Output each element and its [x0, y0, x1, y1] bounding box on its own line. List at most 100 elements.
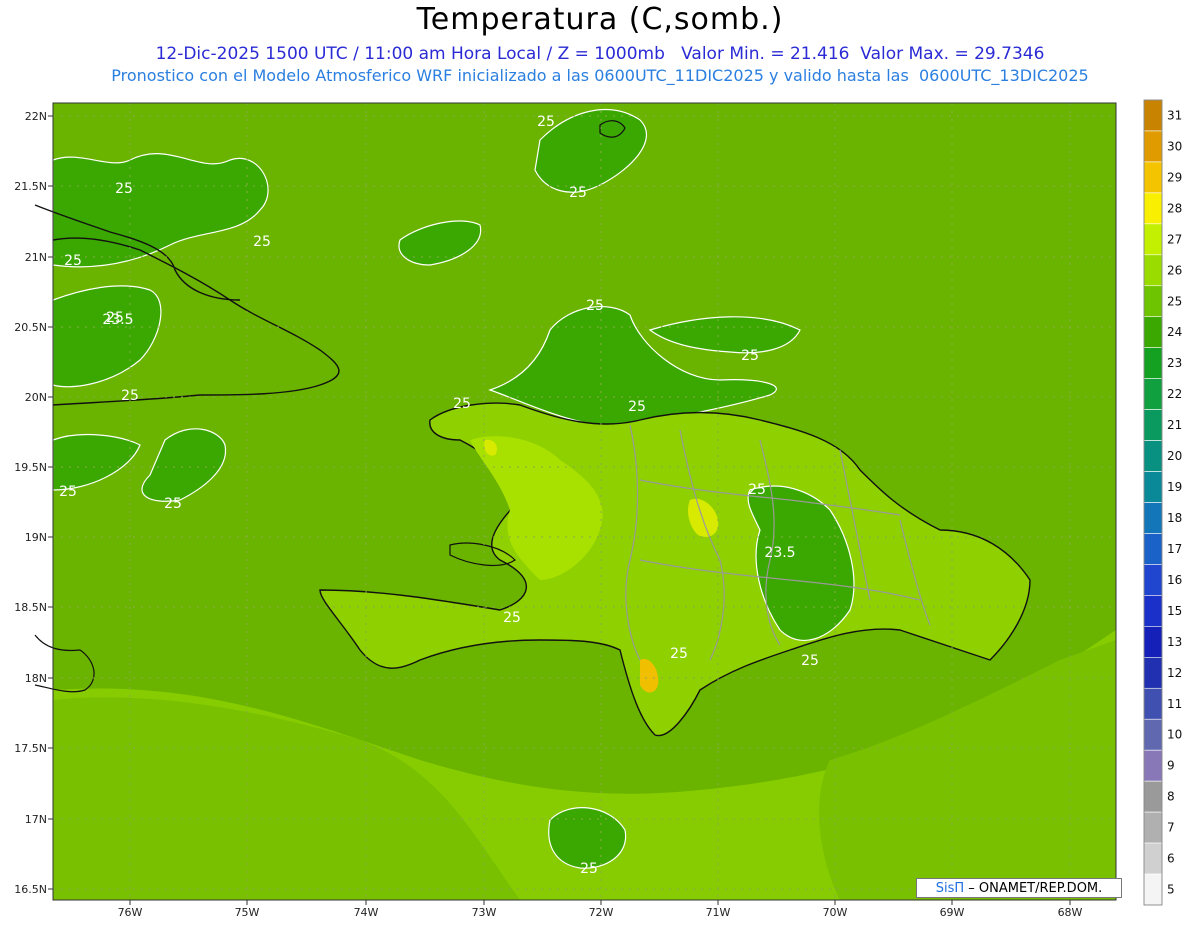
- colorbar-label: 15: [1167, 604, 1182, 618]
- colorbar-swatch: [1143, 780, 1163, 813]
- colorbar-label: 7: [1167, 821, 1175, 835]
- colorbar-label: 25: [1167, 294, 1182, 308]
- colorbar-swatch: [1143, 811, 1163, 844]
- lat-tick-label: 18.5N: [14, 601, 47, 614]
- contour-label: 25: [569, 185, 587, 201]
- lat-tick-label: 17.5N: [14, 742, 47, 755]
- lon-tick-label: 75W: [235, 906, 260, 919]
- colorbar-label: 22: [1167, 387, 1182, 401]
- colorbar-swatch: [1143, 378, 1163, 410]
- lat-tick-label: 20N: [25, 391, 47, 404]
- colorbar-label: 9: [1167, 759, 1175, 773]
- credit-org: – ONAMET/REP.DOM.: [964, 881, 1103, 896]
- colorbar-label: 21: [1167, 418, 1182, 432]
- contour-label: 25: [741, 348, 759, 364]
- colorbar-label: 6: [1167, 852, 1175, 866]
- colorbar-label: 28: [1167, 201, 1182, 215]
- subtitle-model-info: Pronostico con el Modelo Atmosferico WRF…: [111, 66, 1089, 85]
- map-title: Temperatura (C,somb.): [416, 2, 784, 37]
- colorbar-label: 31: [1167, 108, 1182, 122]
- contour-label: 25: [121, 388, 139, 404]
- colorbar-label: 5: [1167, 883, 1175, 897]
- lon-tick-label: 70W: [823, 906, 848, 919]
- colorbar-swatch: [1143, 285, 1163, 318]
- contour-label: 25: [106, 310, 124, 326]
- colorbar-swatch: [1143, 440, 1163, 472]
- lon-tick-label: 76W: [118, 906, 143, 919]
- colorbar-label: 19: [1167, 480, 1182, 494]
- credit-box: SisΠ – ONAMET/REP.DOM.: [916, 878, 1122, 898]
- colorbar-label: 10: [1167, 728, 1182, 742]
- contour-label: 25: [537, 114, 555, 130]
- lon-tick-label: 68W: [1058, 906, 1083, 919]
- temperature-map: 22N 21.5N 21N 20.5N 20N 19.5N 19N 18.5N 18N 17.5N…: [14, 99, 1182, 919]
- contour-label: 25: [628, 399, 646, 415]
- contour-label: 25: [115, 181, 133, 197]
- colorbar-swatch: [1143, 254, 1163, 287]
- colorbar-label: 30: [1167, 139, 1182, 153]
- colorbar-swatch: [1143, 316, 1163, 348]
- lat-tick-label: 19N: [25, 531, 47, 544]
- lat-tick-label: 21.5N: [14, 180, 47, 193]
- colorbar-label: 12: [1167, 666, 1182, 680]
- colorbar-label: 17: [1167, 542, 1182, 556]
- colorbar-swatch: [1143, 564, 1163, 596]
- lat-tick-label: 16.5N: [14, 883, 47, 896]
- contour-label: 25: [164, 496, 182, 512]
- colorbar-label: 29: [1167, 170, 1182, 184]
- colorbar-label: 20: [1167, 449, 1182, 463]
- colorbar-swatch: [1143, 842, 1163, 875]
- longitude-axis: 76W 75W 74W 73W 72W 71W 70W 69W 68W: [118, 900, 1083, 919]
- colorbar-label: 26: [1167, 263, 1182, 277]
- lon-tick-label: 74W: [354, 906, 379, 919]
- colorbar-swatch: [1143, 502, 1163, 534]
- colorbar-label: 24: [1167, 325, 1182, 339]
- contour-label: 25: [253, 234, 271, 250]
- colorbar-label: 23: [1167, 356, 1182, 370]
- contour-label: 25: [503, 610, 521, 626]
- colorbar-swatch: [1143, 471, 1163, 503]
- subtitle-valid-time: 12-Dic-2025 1500 UTC / 11:00 am Hora Loc…: [155, 44, 1045, 64]
- contour-label: 25: [670, 646, 688, 662]
- lon-tick-label: 72W: [589, 906, 614, 919]
- contour-label: 25: [586, 298, 604, 314]
- colorbar-label: 13: [1167, 635, 1182, 649]
- colorbar-label: 18: [1167, 511, 1182, 525]
- colorbar-swatch: [1143, 873, 1163, 906]
- colorbar-swatch: [1143, 749, 1163, 782]
- lon-tick-label: 71W: [706, 906, 731, 919]
- contour-label: 25: [580, 861, 598, 877]
- colorbar-swatch: [1143, 161, 1163, 194]
- lat-tick-label: 17N: [25, 813, 47, 826]
- lon-tick-label: 73W: [472, 906, 497, 919]
- contour-label: 25: [453, 396, 471, 412]
- colorbar-swatch: [1143, 192, 1163, 225]
- contour-label: 23.5: [764, 545, 795, 561]
- contour-label: 25: [64, 253, 82, 269]
- colorbar-label: 16: [1167, 573, 1182, 587]
- colorbar-swatch: [1143, 99, 1163, 132]
- lat-tick-label: 19.5N: [14, 461, 47, 474]
- lat-tick-label: 22N: [25, 110, 47, 123]
- contour-label: 25: [59, 484, 77, 500]
- colorbar-label: 8: [1167, 790, 1175, 804]
- credit-brand: SisΠ: [935, 881, 965, 896]
- contour-label: 25: [801, 653, 819, 669]
- colorbar-swatch: [1143, 718, 1163, 751]
- colorbar-label: 27: [1167, 232, 1182, 246]
- colorbar-swatch: [1143, 595, 1163, 627]
- colorbar-label: 11: [1167, 697, 1182, 711]
- colorbar: 31 30 29 28 27 26 25 24 23 22 21 20 19 18 17 16 15 13 12 11…: [1143, 99, 1182, 906]
- colorbar-swatch: [1143, 657, 1163, 689]
- colorbar-swatch: [1143, 223, 1163, 256]
- colorbar-swatch: [1143, 533, 1163, 565]
- lon-tick-label: 69W: [940, 906, 965, 919]
- colorbar-swatch: [1143, 687, 1163, 720]
- colorbar-swatch: [1143, 347, 1163, 379]
- lat-tick-label: 18N: [25, 672, 47, 685]
- lat-tick-label: 21N: [25, 251, 47, 264]
- contour-label: 25: [748, 482, 766, 498]
- colorbar-swatch: [1143, 130, 1163, 163]
- latitude-axis: 22N 21.5N 21N 20.5N 20N 19.5N 19N 18.5N 18N 17.5N…: [14, 110, 53, 896]
- colorbar-swatch: [1143, 626, 1163, 658]
